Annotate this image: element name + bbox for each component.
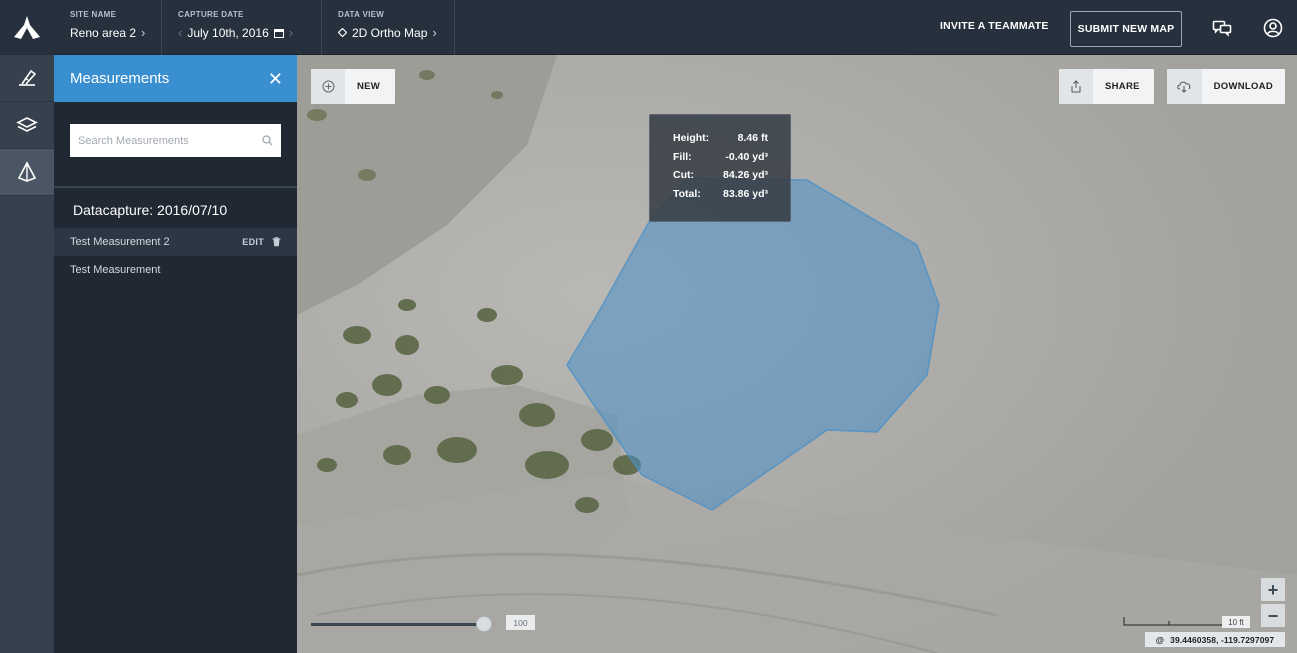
share-button[interactable]: SHARE	[1059, 69, 1154, 104]
panel-header: Measurements ✕	[54, 55, 297, 102]
share-icon	[1071, 80, 1081, 93]
measurement-tooltip: Height: 8.46 ft Fill: -0.40 yd³ Cut: 84.…	[649, 114, 791, 222]
user-account-icon[interactable]	[1263, 18, 1283, 38]
rail-measure-tool[interactable]	[0, 55, 54, 102]
opacity-value: 100	[506, 615, 535, 630]
layers-icon	[16, 117, 38, 132]
diamond-icon	[338, 28, 347, 37]
data-view-value: 2D Ortho Map	[352, 25, 428, 40]
panel-title: Measurements	[70, 70, 170, 87]
pyramid-icon	[17, 161, 37, 182]
left-rail	[0, 55, 54, 653]
list-item[interactable]: Test Measurement	[54, 256, 297, 284]
zoom-out-button[interactable]: −	[1261, 604, 1285, 627]
tooltip-row-height: Height: 8.46 ft	[673, 132, 768, 151]
data-view-label: DATA VIEW	[338, 10, 385, 19]
capture-date-selector[interactable]: CAPTURE DATE ‹ July 10th, 2016 ›	[162, 0, 322, 55]
tooltip-value: 84.26 yd³	[723, 169, 768, 182]
slider-track[interactable]	[311, 623, 485, 626]
measurement-label: Test Measurement	[70, 264, 161, 276]
calendar-icon[interactable]	[273, 28, 284, 38]
tooltip-row-cut: Cut: 84.26 yd³	[673, 169, 768, 188]
invite-teammate-link[interactable]: INVITE A TEAMMATE	[940, 20, 1049, 32]
trash-icon[interactable]	[272, 237, 281, 247]
site-name-label: SITE NAME	[70, 10, 117, 19]
search-box	[70, 124, 281, 157]
data-view-selector[interactable]: DATA VIEW 2D Ortho Map ›	[322, 0, 455, 55]
share-button-label: SHARE	[1105, 81, 1140, 92]
site-name-value: Reno area 2	[70, 25, 137, 40]
capture-date-value: July 10th, 2016	[187, 25, 269, 40]
measure-tool-icon	[19, 69, 37, 86]
logo-icon	[14, 15, 40, 39]
submit-new-map-button[interactable]: SUBMIT NEW MAP	[1070, 11, 1182, 47]
app-logo[interactable]	[0, 0, 54, 55]
plus-circle-icon	[322, 80, 334, 93]
at-icon: @	[1155, 634, 1165, 645]
tooltip-key: Total:	[673, 187, 701, 200]
cloud-download-icon	[1177, 81, 1191, 93]
tooltip-row-fill: Fill: -0.40 yd³	[673, 151, 768, 170]
map-canvas[interactable]: NEW SHARE DOWNLOAD Height: 8.46 ft Fill:…	[297, 55, 1297, 653]
aerial-imagery	[297, 55, 1297, 653]
next-date-icon[interactable]: ›	[289, 25, 293, 40]
chat-icon[interactable]	[1212, 18, 1232, 38]
chevron-right-icon: ›	[432, 25, 437, 40]
search-icon[interactable]	[262, 135, 273, 146]
new-button-label: NEW	[357, 81, 381, 92]
rail-measurements[interactable]	[0, 149, 54, 196]
slider-handle[interactable]	[476, 616, 492, 632]
datacapture-group-title: Datacapture: 2016/07/10	[73, 202, 228, 218]
tooltip-row-total: Total: 83.86 yd³	[673, 188, 768, 207]
tooltip-value: -0.40 yd³	[725, 150, 768, 163]
panel-divider	[54, 186, 297, 188]
cursor-coordinates: @ 39.4460358, -119.7297097	[1145, 632, 1285, 647]
list-item[interactable]: Test Measurement 2 EDIT	[54, 228, 297, 256]
top-bar: SITE NAME Reno area 2 › CAPTURE DATE ‹ J…	[0, 0, 1297, 55]
chevron-right-icon: ›	[141, 25, 146, 40]
rail-layers[interactable]	[0, 102, 54, 149]
measurements-panel: Measurements ✕ Datacapture: 2016/07/10 T…	[54, 55, 297, 653]
edit-button[interactable]: EDIT	[242, 237, 264, 247]
new-measurement-button[interactable]: NEW	[311, 69, 395, 104]
coordinates-value: 39.4460358, -119.7297097	[1170, 634, 1275, 645]
measurement-label: Test Measurement 2	[70, 236, 170, 248]
zoom-in-button[interactable]: +	[1261, 578, 1285, 601]
measurement-list: Test Measurement 2 EDIT Test Measurement	[54, 228, 297, 284]
scale-label: 10 ft	[1222, 616, 1250, 628]
tooltip-key: Cut:	[673, 169, 694, 182]
download-button[interactable]: DOWNLOAD	[1167, 69, 1285, 104]
prev-date-icon[interactable]: ‹	[178, 25, 182, 40]
opacity-slider[interactable]	[311, 614, 492, 634]
tooltip-key: Fill:	[673, 150, 692, 163]
tooltip-value: 8.46 ft	[737, 132, 768, 144]
capture-date-label: CAPTURE DATE	[178, 10, 244, 19]
close-icon[interactable]: ✕	[268, 70, 283, 88]
tooltip-value: 83.86 yd³	[723, 187, 768, 200]
download-button-label: DOWNLOAD	[1213, 81, 1273, 92]
search-input[interactable]	[78, 134, 262, 147]
site-name-selector[interactable]: SITE NAME Reno area 2 ›	[54, 0, 162, 55]
tooltip-key: Height:	[673, 132, 710, 144]
